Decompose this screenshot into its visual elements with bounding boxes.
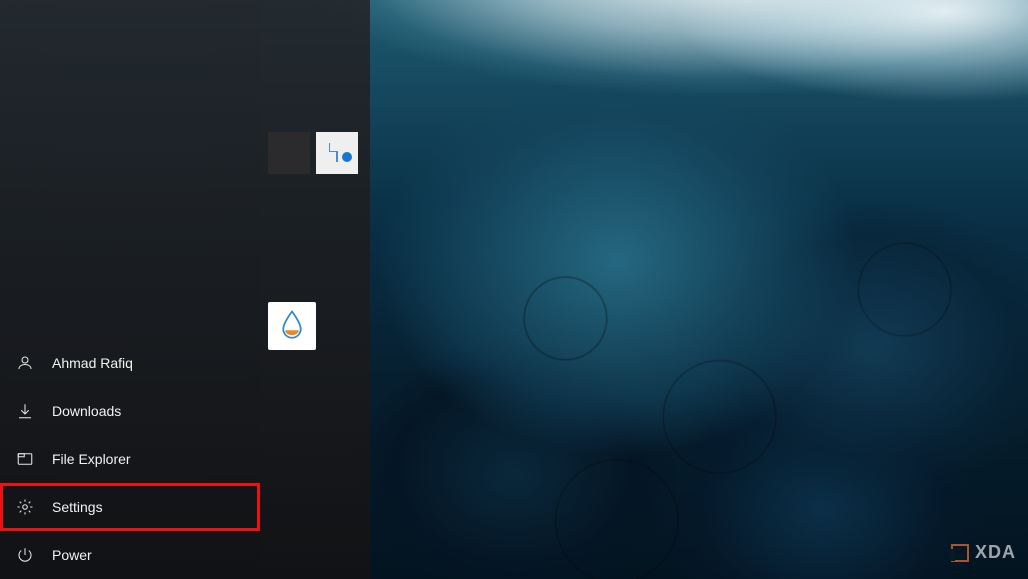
start-item-label: Power: [52, 547, 92, 563]
xda-logo-icon: [951, 544, 969, 562]
download-icon: [16, 402, 34, 420]
start-user-name: Ahmad Rafiq: [52, 355, 133, 371]
start-item-label: Downloads: [52, 403, 121, 419]
document-icon: [336, 144, 338, 162]
start-tile-photos[interactable]: [268, 132, 310, 174]
xda-watermark: XDA: [951, 542, 1016, 563]
start-tile-droplet[interactable]: [268, 302, 316, 350]
start-tiles-column: [260, 0, 370, 579]
droplet-icon: [277, 309, 307, 344]
start-item-file-explorer[interactable]: File Explorer: [0, 435, 260, 483]
gear-icon: [16, 498, 34, 516]
user-icon: [16, 354, 34, 372]
start-user-account[interactable]: Ahmad Rafiq: [0, 339, 260, 387]
start-item-downloads[interactable]: Downloads: [0, 387, 260, 435]
start-tile-document[interactable]: [316, 132, 358, 174]
xda-watermark-text: XDA: [975, 542, 1016, 563]
start-item-settings[interactable]: Settings: [0, 483, 260, 531]
start-item-label: File Explorer: [52, 451, 131, 467]
start-item-label: Settings: [52, 499, 103, 515]
start-item-power[interactable]: Power: [0, 531, 260, 579]
file-explorer-icon: [16, 450, 34, 468]
power-icon: [16, 546, 34, 564]
start-menu-left-rail: Ahmad Rafiq Downloads File Explorer Sett…: [0, 0, 260, 579]
